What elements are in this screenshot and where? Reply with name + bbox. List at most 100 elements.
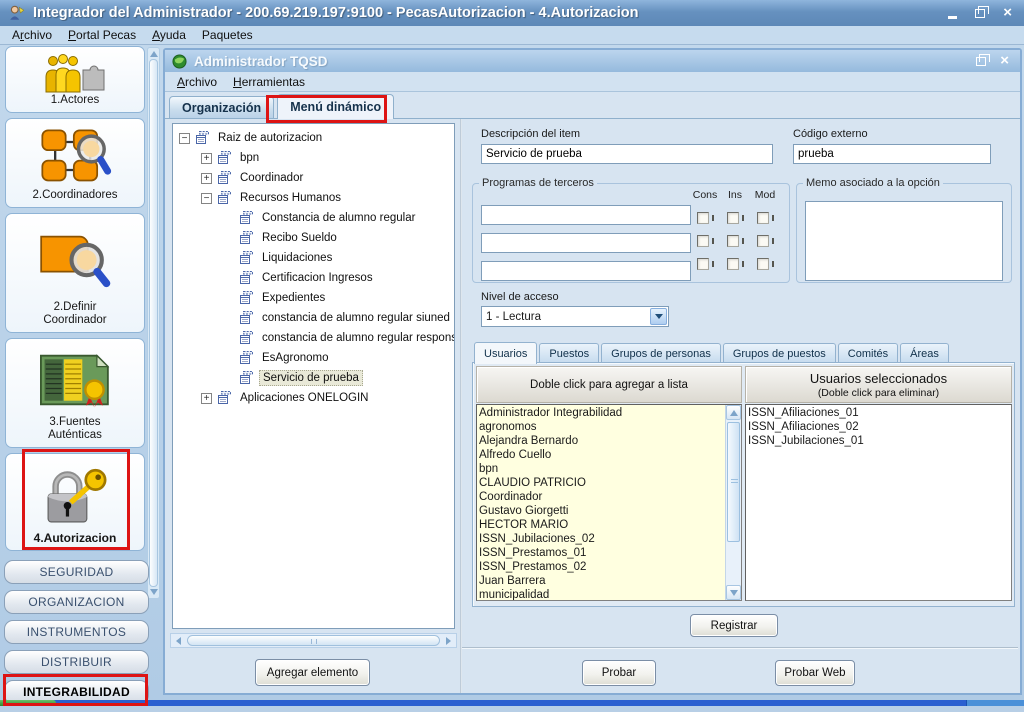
inner-titlebar[interactable]: Administrador TQSD × bbox=[165, 50, 1020, 72]
inner-restore-icon[interactable] bbox=[976, 57, 986, 66]
collapse-icon[interactable]: − bbox=[179, 133, 190, 144]
restore-icon[interactable] bbox=[975, 9, 985, 18]
tab-grupos-de-puestos[interactable]: Grupos de puestos bbox=[723, 343, 836, 363]
list-item[interactable]: Juan Barrera bbox=[479, 574, 723, 588]
tab-usuarios[interactable]: Usuarios bbox=[474, 342, 537, 364]
checkbox[interactable] bbox=[727, 258, 739, 270]
hscroll-thumb[interactable] bbox=[187, 635, 440, 646]
tree-item[interactable]: Certificacion Ingresos bbox=[173, 268, 454, 288]
tree-item[interactable]: Expedientes bbox=[173, 288, 454, 308]
tree-item[interactable]: constancia de alumno regular siuned bbox=[173, 308, 454, 328]
inner-close-icon[interactable]: × bbox=[1000, 55, 1009, 67]
scroll-up-icon[interactable] bbox=[150, 51, 158, 57]
taskbar[interactable] bbox=[0, 700, 1024, 706]
expand-icon[interactable]: + bbox=[201, 393, 212, 404]
sidebar-button-organizacion[interactable]: ORGANIZACION bbox=[4, 590, 149, 614]
menu-paquetes[interactable]: Paquetes bbox=[194, 26, 261, 44]
sidebar-button-distribuir[interactable]: DISTRIBUIR bbox=[4, 650, 149, 674]
inner-menu-herramientas[interactable]: Herramientas bbox=[225, 73, 313, 91]
sidebar-scrollbar-thumb[interactable] bbox=[149, 59, 158, 587]
close-icon[interactable]: × bbox=[1003, 7, 1012, 19]
list-item[interactable]: bpn bbox=[479, 462, 723, 476]
tree-item[interactable]: +Coordinador bbox=[173, 168, 454, 188]
tab-comites[interactable]: Comités bbox=[838, 343, 898, 363]
minimize-icon[interactable] bbox=[948, 8, 957, 19]
collapse-icon[interactable]: − bbox=[201, 193, 212, 204]
list-item[interactable]: ISSN_Jubilaciones_02 bbox=[479, 532, 723, 546]
list-item[interactable]: Administrador Integrabilidad bbox=[479, 406, 723, 420]
sidebar-item-2-coordinadores[interactable]: 2.Coordinadores bbox=[5, 118, 145, 208]
tab-areas[interactable]: Áreas bbox=[900, 343, 949, 363]
tab-menu-dinamico[interactable]: Menú dinámico bbox=[277, 94, 394, 119]
selected-users-list[interactable]: ISSN_Afiliaciones_01ISSN_Afiliaciones_02… bbox=[745, 404, 1012, 601]
registrar-button[interactable]: Registrar bbox=[690, 614, 778, 637]
list-scroll-thumb[interactable] bbox=[727, 422, 740, 542]
menu-archivo[interactable]: Archivo bbox=[4, 26, 60, 44]
checkbox[interactable] bbox=[727, 212, 739, 224]
checkbox[interactable] bbox=[727, 235, 739, 247]
list-item[interactable]: Alfredo Cuello bbox=[479, 448, 723, 462]
checkbox[interactable] bbox=[697, 258, 709, 270]
descripcion-input[interactable] bbox=[481, 144, 773, 164]
tree-horizontal-scrollbar[interactable] bbox=[170, 633, 457, 648]
tree-item[interactable]: constancia de alumno regular respons bbox=[173, 328, 454, 348]
expand-icon[interactable]: + bbox=[201, 153, 212, 164]
list-item[interactable]: ISSN_Jubilaciones_01 bbox=[748, 434, 1009, 448]
list-scroll-up-button[interactable] bbox=[726, 405, 741, 420]
start-button[interactable] bbox=[0, 700, 56, 706]
sidebar-button-seguridad[interactable]: SEGURIDAD bbox=[4, 560, 149, 584]
main-titlebar[interactable]: Integrador del Administrador - 200.69.21… bbox=[0, 0, 1024, 26]
list-item[interactable]: municipalidad bbox=[479, 588, 723, 601]
checkbox[interactable] bbox=[697, 212, 709, 224]
combo-dropdown-button[interactable] bbox=[650, 308, 667, 325]
hscroll-track[interactable] bbox=[186, 634, 441, 647]
menu-portal-pecas[interactable]: Portal Pecas bbox=[60, 26, 144, 44]
list-item[interactable]: ISSN_Afiliaciones_01 bbox=[748, 406, 1009, 420]
tree-item[interactable]: Liquidaciones bbox=[173, 248, 454, 268]
list-item[interactable]: HECTOR MARIO bbox=[479, 518, 723, 532]
list-item[interactable]: Alejandra Bernardo bbox=[479, 434, 723, 448]
checkbox[interactable] bbox=[757, 212, 769, 224]
list-item[interactable]: ISSN_Afiliaciones_02 bbox=[748, 420, 1009, 434]
sidebar-scrollbar[interactable] bbox=[147, 47, 160, 599]
scroll-down-icon[interactable] bbox=[150, 589, 158, 595]
list-item[interactable]: ISSN_Prestamos_02 bbox=[479, 560, 723, 574]
scroll-left-button[interactable] bbox=[171, 634, 186, 647]
tree-item[interactable]: −Recursos Humanos bbox=[173, 188, 454, 208]
sidebar-item-2-definir-coordinador[interactable]: 2.Definir Coordinador bbox=[5, 213, 145, 333]
programa-input-3[interactable] bbox=[481, 261, 691, 281]
expand-icon[interactable]: + bbox=[201, 173, 212, 184]
tree-item[interactable]: EsAgronomo bbox=[173, 348, 454, 368]
tree-item[interactable]: Recibo Sueldo bbox=[173, 228, 454, 248]
scroll-right-button[interactable] bbox=[441, 634, 456, 647]
programa-input-2[interactable] bbox=[481, 233, 691, 253]
agregar-elemento-button[interactable]: Agregar elemento bbox=[255, 659, 370, 686]
checkbox[interactable] bbox=[757, 258, 769, 270]
sidebar-item-4-autorizacion[interactable]: 4.Autorizacion bbox=[5, 453, 145, 551]
tree-item[interactable]: Servicio de prueba bbox=[173, 368, 454, 388]
sidebar-item-1-actores[interactable]: 1.Actores bbox=[5, 46, 145, 113]
memo-textarea[interactable] bbox=[805, 201, 1003, 281]
list-item[interactable]: ISSN_Prestamos_01 bbox=[479, 546, 723, 560]
list-scrollbar[interactable] bbox=[725, 405, 741, 600]
list-item[interactable]: Coordinador bbox=[479, 490, 723, 504]
tab-organizacion[interactable]: Organización bbox=[169, 96, 274, 118]
checkbox[interactable] bbox=[757, 235, 769, 247]
tab-puestos[interactable]: Puestos bbox=[539, 343, 599, 363]
tab-grupos-de-personas[interactable]: Grupos de personas bbox=[601, 343, 721, 363]
list-item[interactable]: agronomos bbox=[479, 420, 723, 434]
probar-button[interactable]: Probar bbox=[582, 660, 656, 686]
tree-item[interactable]: +bpn bbox=[173, 148, 454, 168]
probar-web-button[interactable]: Probar Web bbox=[775, 660, 855, 686]
inner-menu-archivo[interactable]: Archivo bbox=[169, 73, 225, 91]
programa-input-1[interactable] bbox=[481, 205, 691, 225]
list-item[interactable]: Gustavo Giorgetti bbox=[479, 504, 723, 518]
list-scroll-down-button[interactable] bbox=[726, 585, 741, 600]
menu-ayuda[interactable]: Ayuda bbox=[144, 26, 194, 44]
nivel-acceso-combobox[interactable]: 1 - Lectura bbox=[481, 306, 669, 327]
tree-item[interactable]: −Raiz de autorizacion bbox=[173, 128, 454, 148]
sidebar-button-instrumentos[interactable]: INSTRUMENTOS bbox=[4, 620, 149, 644]
codigo-externo-input[interactable] bbox=[793, 144, 991, 164]
list-item[interactable]: CLAUDIO PATRICIO bbox=[479, 476, 723, 490]
sidebar-item-3-fuentes-autenticas[interactable]: 3.Fuentes Auténticas bbox=[5, 338, 145, 448]
